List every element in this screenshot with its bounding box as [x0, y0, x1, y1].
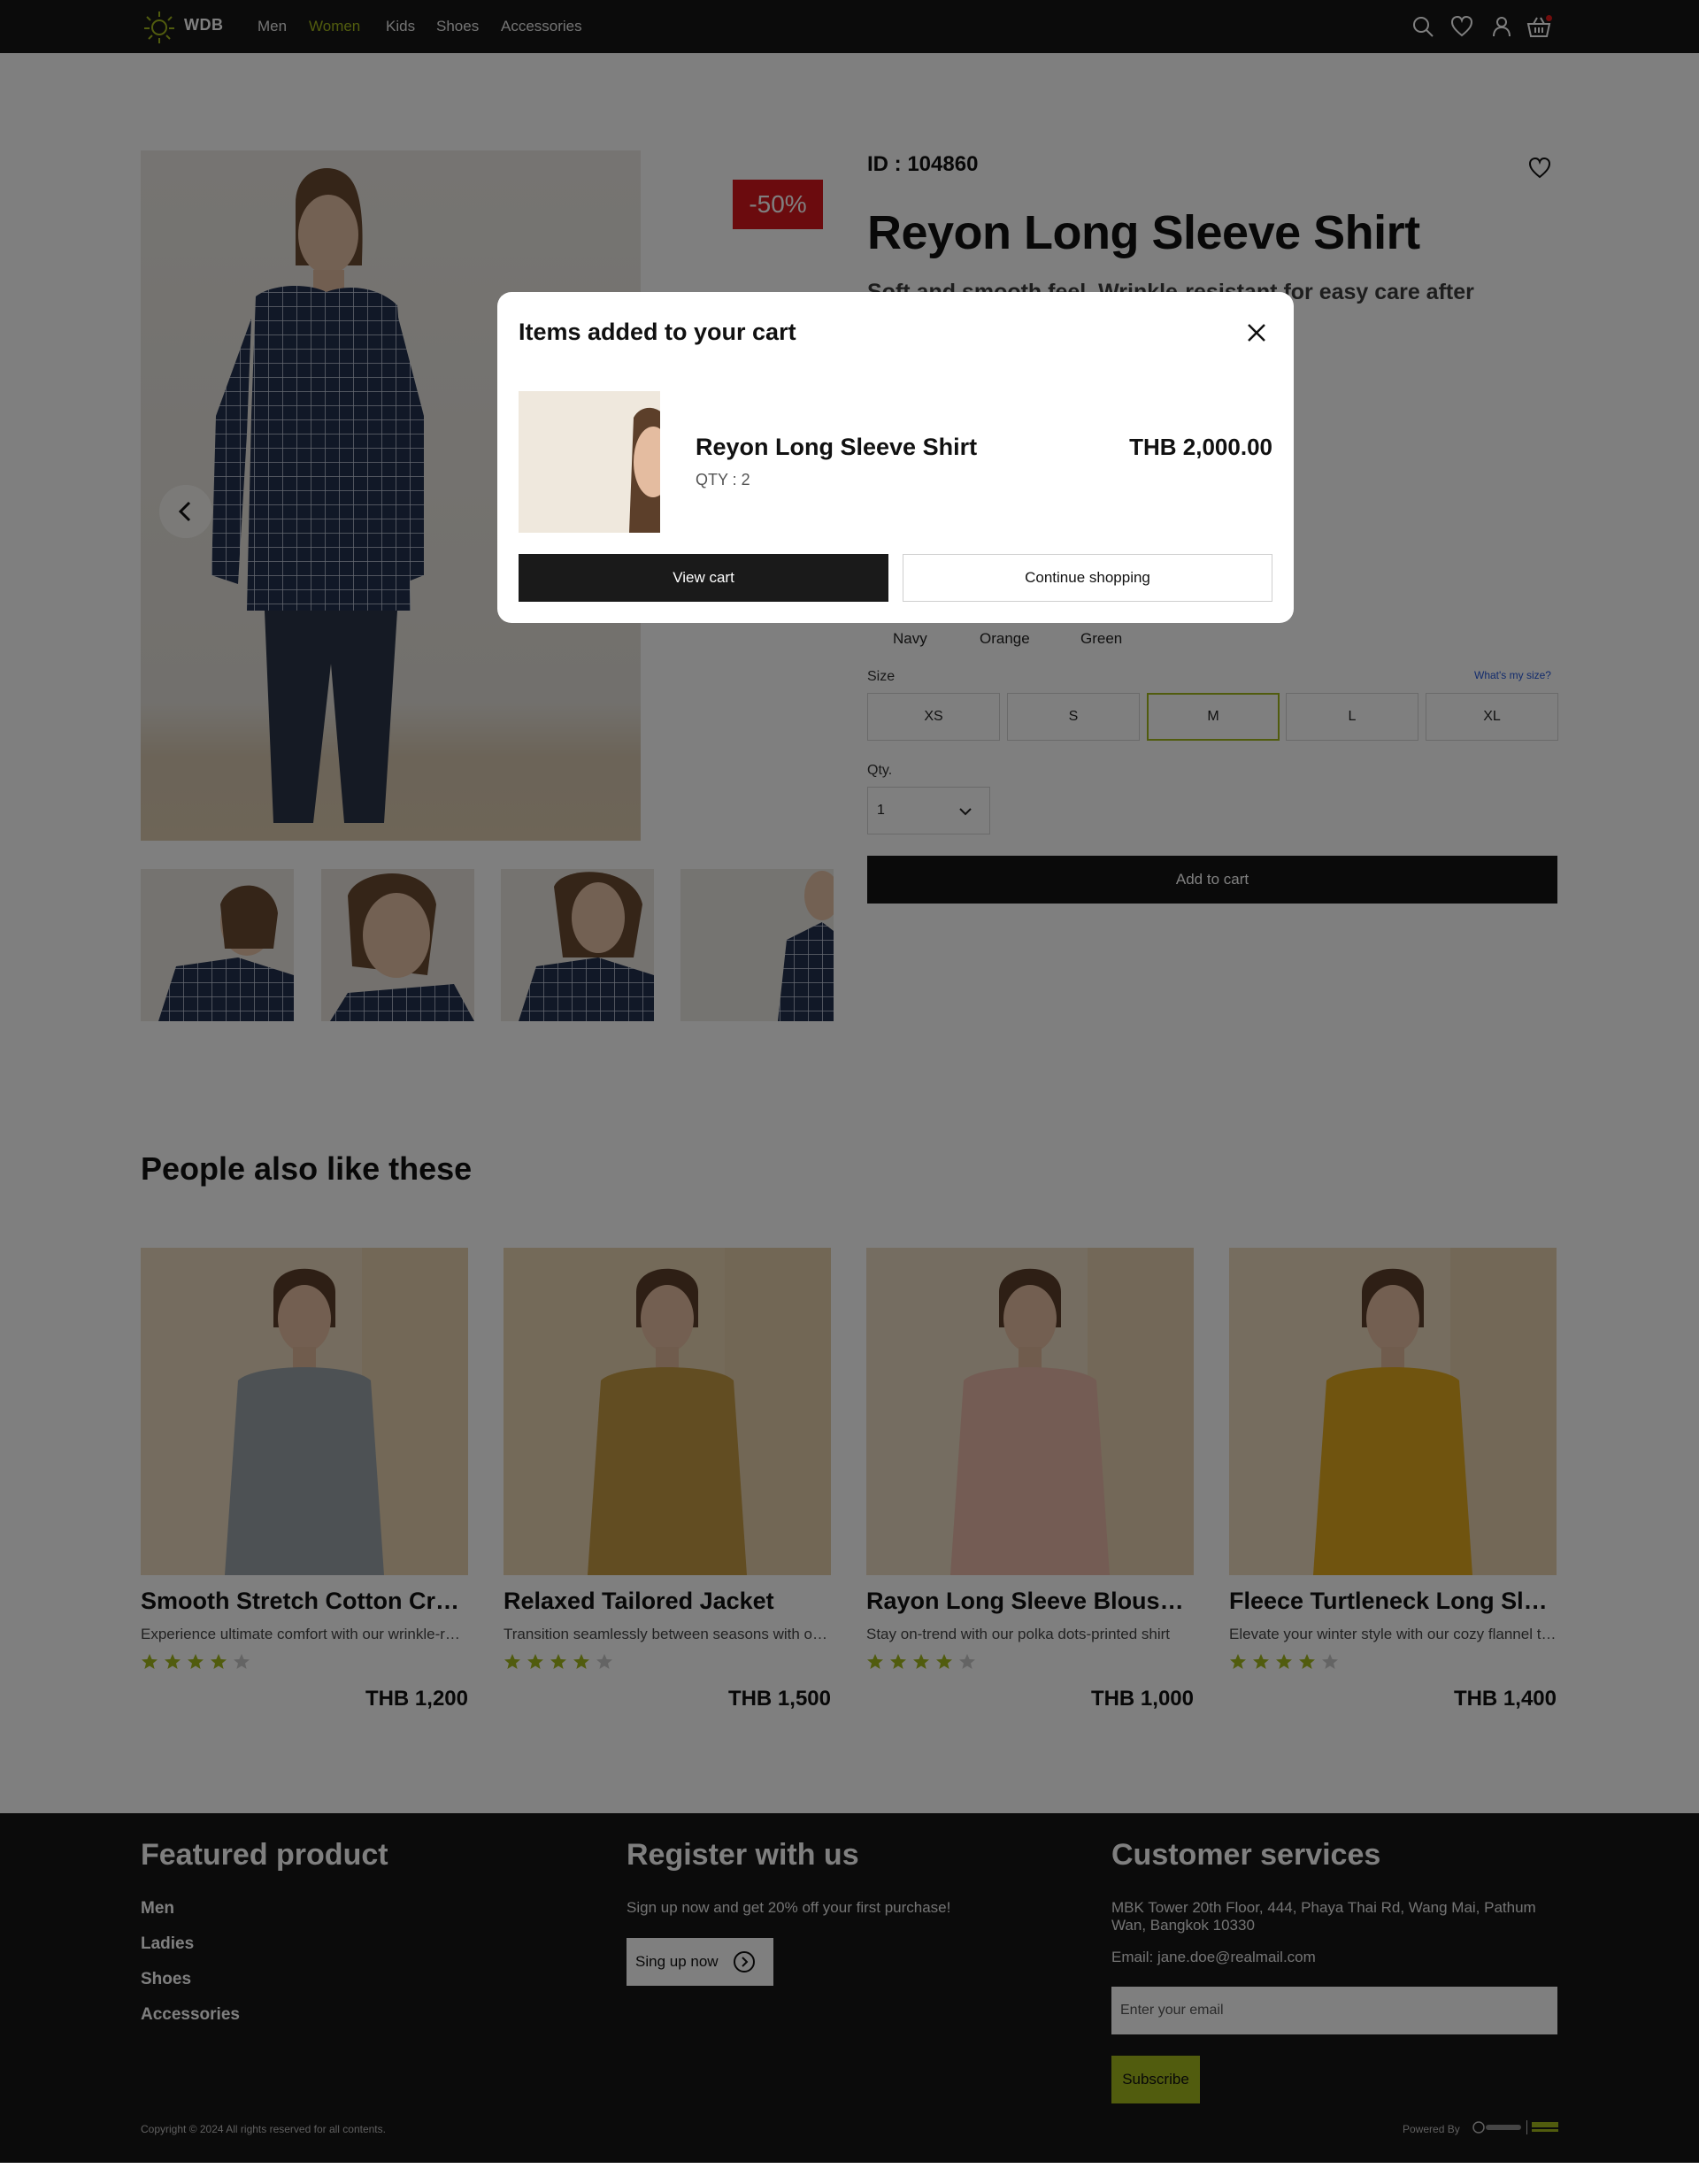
modal-title: Items added to your cart	[519, 319, 796, 345]
continue-shopping-button[interactable]: Continue shopping	[903, 554, 1272, 602]
page-bottom-strip	[0, 2163, 1699, 2184]
close-icon[interactable]	[1244, 320, 1269, 345]
cart-item-image	[519, 391, 660, 533]
cart-item-price: THB 2,000.00	[1129, 434, 1272, 460]
added-to-cart-modal: Items added to your cart Reyon Long Slee…	[497, 292, 1294, 623]
cart-item-name: Reyon Long Sleeve Shirt	[696, 434, 978, 460]
cart-item-qty: QTY : 2	[696, 471, 750, 488]
view-cart-button[interactable]: View cart	[519, 554, 888, 602]
